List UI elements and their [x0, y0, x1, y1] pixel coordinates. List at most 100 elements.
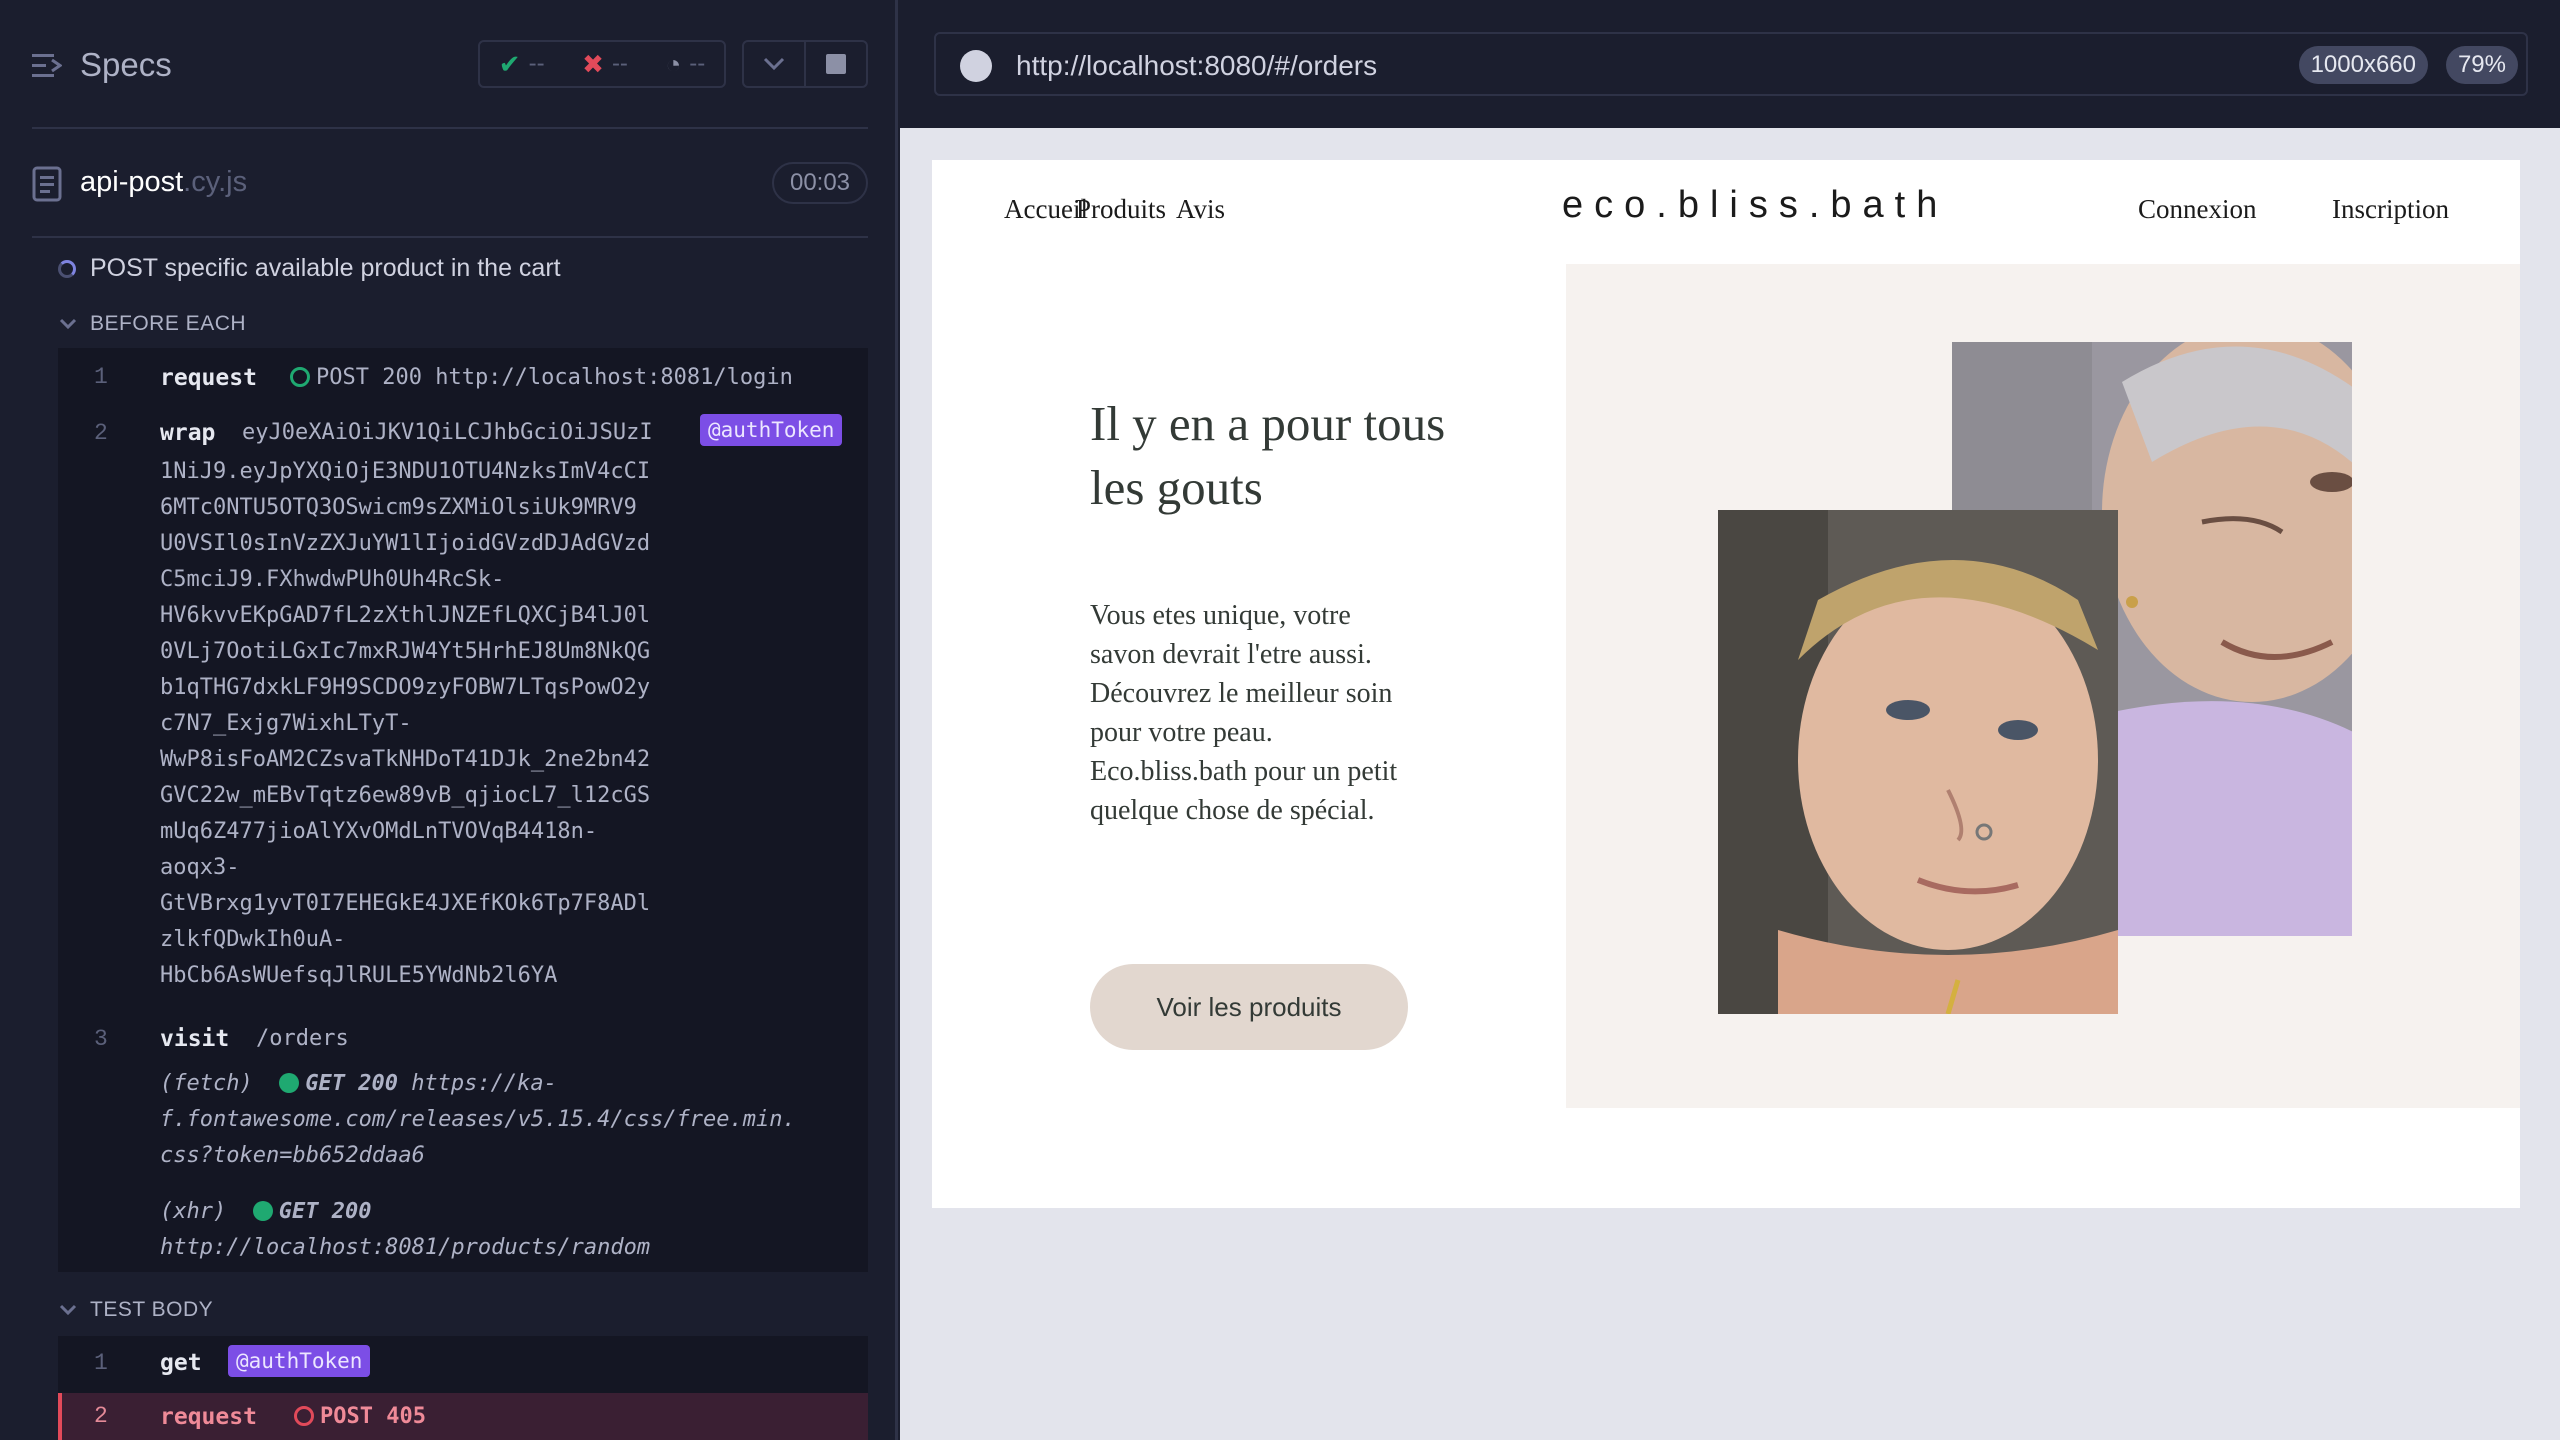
- command-name: request: [160, 1404, 257, 1430]
- command-number: 2: [94, 420, 108, 446]
- passed-count: --: [528, 50, 545, 77]
- token-line: U0VSIl0sInVzZXJuYW1lIjoidGVzdDJAdGVzd: [160, 531, 651, 556]
- hero-text: Vous etes unique, votre savon devrait l'…: [1090, 600, 1398, 826]
- token-line: C5mciJ9.FXhwdwPUh0Uh4RcSk-: [160, 567, 505, 592]
- command-name: get: [160, 1350, 202, 1376]
- hero-title: Il y en a pour tous les gouts: [1090, 396, 1446, 515]
- command-number: 2: [94, 1403, 108, 1429]
- event-type: (fetch): [160, 1071, 253, 1096]
- status-circle-icon: [290, 367, 310, 387]
- hero-photo-young-man: [1718, 510, 2118, 1014]
- nav-inscription[interactable]: Inscription: [2332, 194, 2449, 225]
- specs-header: Specs ✔ -- ✖ -- ◔ --: [0, 0, 895, 130]
- command-number: 1: [94, 364, 108, 390]
- token-line: b1qTHG7dxkLF9H9SCDO9zyFOBW7LTqsPowO2y: [160, 675, 651, 700]
- document-icon: [32, 166, 62, 202]
- aut-header: http://localhost:8080/#/orders 1000x660 …: [900, 0, 2560, 128]
- status-dot-icon: [252, 1201, 273, 1221]
- token-line: HbCb6AsWUefsqJlRULE5YWdNb2l6YA: [160, 963, 558, 988]
- token-line: 1NiJ9.eyJpYXQiOjE3NDU1OTU4NzksImV4cCI: [160, 459, 651, 484]
- before-each-commands: 1 request POST 200 http://localhost:8081…: [58, 348, 868, 1272]
- viewport-size-badge[interactable]: 1000x660: [2298, 46, 2428, 84]
- run-controls: [742, 40, 868, 88]
- divider: [32, 127, 868, 129]
- pending-stat: ◔ --: [666, 49, 706, 80]
- specs-list-icon[interactable]: [32, 52, 62, 80]
- event-status: GET 200: [305, 1071, 398, 1096]
- expand-toggle-button[interactable]: [744, 42, 804, 86]
- alias-badge[interactable]: @authToken: [700, 414, 843, 446]
- spec-file-basename: api-post: [80, 166, 184, 198]
- event-url: f.fontawesome.com/releases/v5.15.4/css/f…: [160, 1107, 796, 1132]
- failed-stat: ✖ --: [582, 49, 628, 80]
- chevron-down-icon: [763, 57, 785, 71]
- spec-file-row: api-post.cy.js 00:03: [0, 150, 895, 216]
- test-title-text: POST specific available product in the c…: [90, 254, 561, 282]
- command-detail: POST 405: [294, 1404, 426, 1429]
- token-line: 0VLj7OotiLGxIc7mxRJW4Yt5HrhEJ8Um8NkQG: [160, 639, 651, 664]
- event-url: css?token=bb652ddaa6: [160, 1143, 425, 1168]
- nav-connexion[interactable]: Connexion: [2138, 194, 2257, 225]
- token-line: GVC22w_mEBvTqtz6ew89vB_qjiocL7_l12cGS: [160, 783, 651, 808]
- token-line: aoqx3-: [160, 855, 240, 880]
- test-stats: ✔ -- ✖ -- ◔ --: [478, 40, 726, 88]
- see-products-button[interactable]: Voir les produits: [1090, 964, 1408, 1050]
- test-body-header[interactable]: TEST BODY: [58, 1298, 213, 1322]
- before-each-label: BEFORE EACH: [90, 312, 247, 335]
- pending-icon: ◔: [665, 48, 682, 79]
- globe-icon: [960, 50, 992, 82]
- command-row[interactable]: 3 visit /orders: [58, 1010, 868, 1066]
- token-line: mUq6Z477jioAlYXvOMdLnTVOVqB4418n-: [160, 819, 598, 844]
- wrap-token-body: 1NiJ9.eyJpYXQiOjE3NDU1OTU4NzksImV4cCI 6M…: [160, 454, 760, 994]
- event-type: (xhr): [160, 1199, 227, 1224]
- command-log-panel: Specs ✔ -- ✖ -- ◔ -- api-post.cy.js 00:0…: [0, 0, 898, 1440]
- nav-avis[interactable]: Avis: [1176, 194, 1225, 225]
- token-line: HV6kvvEKpGAD7fL2zXthlJNZEfLQXCjB4lJ0l: [160, 603, 651, 628]
- before-each-header[interactable]: BEFORE EACH: [58, 312, 246, 336]
- command-name: wrap: [160, 420, 216, 446]
- site-logo[interactable]: eco.bliss.bath: [1562, 184, 1948, 227]
- stop-button[interactable]: [804, 42, 866, 86]
- fetch-event-head: (fetch) GET 200 https://ka-: [160, 1066, 860, 1102]
- token-line: c7N7_Exjg7WixhLTyT-: [160, 711, 412, 736]
- token-line: 6MTc0NTU5OTQ3OSwicm9sZXMiOlsiUk9MRV9: [160, 495, 637, 520]
- test-title[interactable]: POST specific available product in the c…: [58, 254, 561, 283]
- test-body-label: TEST BODY: [90, 1298, 214, 1321]
- spec-file-name[interactable]: api-post.cy.js: [80, 166, 247, 199]
- token-line: WwP8isFoAM2CZsvaTkNHDoT41DJk_2ne2bn42: [160, 747, 651, 772]
- command-number: 1: [94, 1350, 108, 1376]
- pending-count: --: [689, 50, 706, 77]
- token-line: GtVBrxg1yvT0I7EHEGkE4JXEfKOk6Tp7F8ADl: [160, 891, 651, 916]
- app-iframe: Accueil Produits Avis eco.bliss.bath Con…: [932, 160, 2520, 1208]
- command-row[interactable]: 1 get @authToken: [58, 1336, 868, 1393]
- command-row[interactable]: 1 request POST 200 http://localhost:8081…: [58, 348, 868, 404]
- url-bar[interactable]: http://localhost:8080/#/orders 1000x660 …: [934, 32, 2528, 96]
- specs-title[interactable]: Specs: [80, 46, 172, 84]
- request-detail: POST 405: [320, 1404, 426, 1429]
- test-body-commands: 1 get @authToken: [58, 1336, 868, 1393]
- spec-file-ext: .cy.js: [183, 166, 248, 198]
- nav-produits[interactable]: Produits: [1076, 194, 1166, 225]
- status-circle-icon: [294, 1406, 314, 1426]
- check-icon: ✔: [498, 48, 521, 79]
- wrap-token-first-line: eyJ0eXAiOiJKV1QiLCJhbGciOiJSUzI: [242, 420, 653, 445]
- url-text[interactable]: http://localhost:8080/#/orders: [1016, 50, 1377, 82]
- event-status: GET 200: [278, 1199, 372, 1224]
- event-url: https://ka-: [411, 1071, 557, 1096]
- fetch-event[interactable]: (fetch) GET 200 https://ka- f.fontawesom…: [160, 1066, 860, 1174]
- command-number: 3: [94, 1026, 108, 1052]
- passed-stat: ✔ --: [499, 49, 545, 80]
- running-spinner-icon: [58, 259, 76, 278]
- xhr-event[interactable]: (xhr) GET 200 http://localhost:8081/prod…: [160, 1194, 860, 1266]
- failed-command-row[interactable]: 2 request POST 405: [58, 1393, 868, 1440]
- zoom-badge[interactable]: 79%: [2445, 46, 2518, 84]
- command-detail: POST 200 http://localhost:8081/login: [290, 365, 793, 390]
- alias-badge[interactable]: @authToken: [228, 1345, 371, 1377]
- stop-icon: [826, 54, 846, 74]
- aut-panel: http://localhost:8080/#/orders 1000x660 …: [900, 0, 2560, 1440]
- x-icon: ✖: [582, 48, 604, 79]
- xhr-event-head: (xhr) GET 200: [160, 1194, 860, 1230]
- spec-duration-badge: 00:03: [772, 162, 868, 204]
- command-row[interactable]: 2 wrap eyJ0eXAiOiJKV1QiLCJhbGciOiJSUzI @…: [58, 404, 868, 1044]
- chevron-down-icon: [59, 1304, 77, 1316]
